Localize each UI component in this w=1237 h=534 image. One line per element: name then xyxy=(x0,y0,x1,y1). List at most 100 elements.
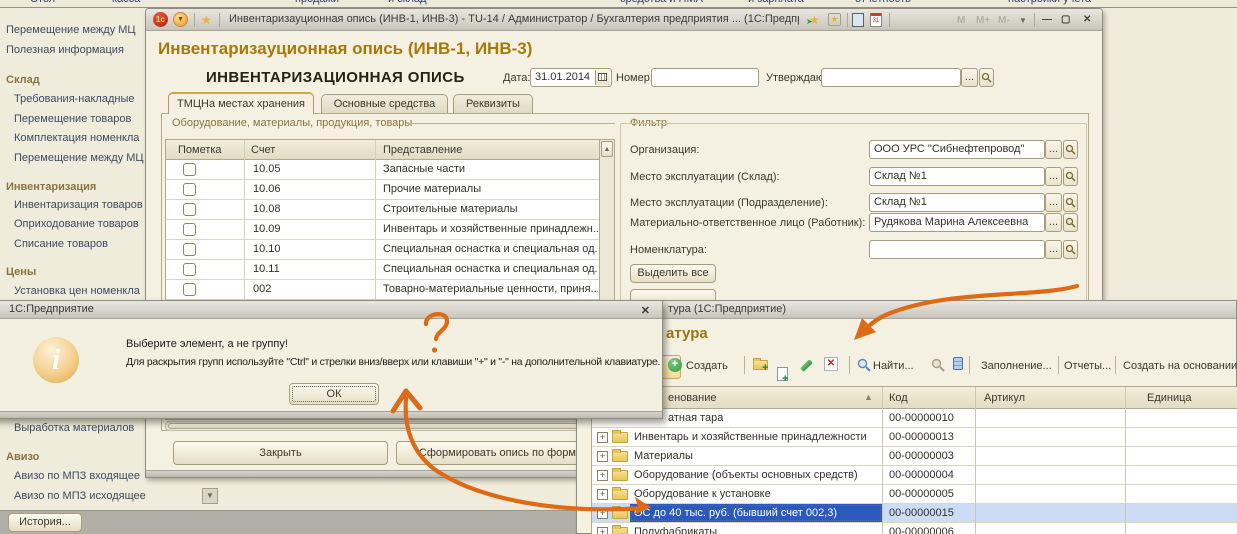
sidebar-item[interactable]: Установка цен номенкла xyxy=(14,285,140,297)
sidebar-item[interactable]: Авизо по МПЗ исходящее xyxy=(14,490,146,502)
list-view-icon[interactable] xyxy=(953,357,963,370)
expand-icon[interactable]: + xyxy=(597,527,608,534)
table-row[interactable]: 10.06Прочие материалы xyxy=(166,180,600,200)
ok-button[interactable]: ОК xyxy=(289,383,379,405)
sidebar-item[interactable]: Выработка материалов xyxy=(14,422,134,434)
row-checkbox[interactable] xyxy=(183,183,196,196)
expand-icon[interactable]: + xyxy=(597,508,608,519)
expand-icon[interactable]: + xyxy=(597,432,608,443)
filter-field[interactable]: Склад №1 xyxy=(869,167,1045,186)
approve-field[interactable] xyxy=(821,68,961,87)
filter-search-icon[interactable] xyxy=(1063,240,1078,259)
approve-search-icon[interactable] xyxy=(979,68,994,87)
calculator-icon[interactable] xyxy=(852,13,864,27)
tab-fixed-assets[interactable]: Основные средства xyxy=(321,94,448,114)
delete-icon[interactable]: ✕ xyxy=(824,357,838,371)
create-icon[interactable]: + xyxy=(668,358,682,372)
tab-tmc-storage[interactable]: ТМЦНа местах хранения xyxy=(168,92,314,114)
find-icon[interactable] xyxy=(857,358,871,375)
catalog-row[interactable]: +Материалы00-00000003 xyxy=(592,447,1237,466)
table-row[interactable]: 10.09Инвентарь и хозяйственные принадлеж… xyxy=(166,220,600,240)
row-checkbox[interactable] xyxy=(183,263,196,276)
filter-choose-button[interactable]: ... xyxy=(1045,240,1062,259)
table-row[interactable]: 10.11Специальная оснастка и специальная … xyxy=(166,260,600,280)
row-checkbox[interactable] xyxy=(183,203,196,216)
top-menu-item[interactable]: и склад xyxy=(388,0,427,5)
sidebar-item[interactable]: Авизо по МПЗ входящее xyxy=(14,470,140,482)
add-favorite-icon[interactable]: ★➤ xyxy=(809,13,820,27)
top-menu-item[interactable]: настройки учета xyxy=(1008,0,1091,5)
expand-icon[interactable]: + xyxy=(597,451,608,462)
column-header-unit[interactable]: Единица xyxy=(1147,392,1192,404)
scroll-up-icon[interactable]: ▲ xyxy=(601,141,613,157)
filter-field[interactable]: Рудякова Марина Алексеевна xyxy=(869,213,1045,232)
date-field[interactable]: 31.01.2014 xyxy=(530,68,612,87)
filter-search-icon[interactable] xyxy=(1063,213,1078,232)
memory-m-button[interactable]: M xyxy=(957,15,965,26)
sidebar-item[interactable]: Полезная информация xyxy=(6,44,124,56)
row-checkbox[interactable] xyxy=(183,283,196,296)
select-all-button[interactable]: Выделить все xyxy=(630,264,716,283)
top-menu-item[interactable]: отчетность xyxy=(855,0,911,5)
top-menu-item[interactable]: касса xyxy=(112,0,140,5)
table-row[interactable]: 10.10Специальная оснастка и специальная … xyxy=(166,240,600,260)
filter-search-icon[interactable] xyxy=(1063,193,1078,212)
table-row[interactable]: 10.05Запасные части xyxy=(166,160,600,180)
row-checkbox[interactable] xyxy=(183,163,196,176)
sidebar-item[interactable]: Комплектация номенкла xyxy=(14,132,139,144)
filter-choose-button[interactable]: ... xyxy=(1045,140,1062,159)
window-menu-icon[interactable]: ▼ xyxy=(173,12,188,27)
close-form-button[interactable]: Закрыть xyxy=(173,441,388,465)
selected-cell[interactable]: ОС до 40 тыс. руб. (бывший счет 002,3) xyxy=(630,504,882,522)
expand-icon[interactable]: + xyxy=(597,470,608,481)
column-header-name[interactable]: Представление xyxy=(383,144,462,156)
edit-icon[interactable] xyxy=(800,359,813,372)
sidebar-item[interactable]: Перемещение между МЦ xyxy=(6,24,136,36)
catalog-row[interactable]: атная тара00-00000010 xyxy=(592,409,1237,428)
memory-m-minus-button[interactable]: M- xyxy=(998,15,1010,26)
filter-choose-button[interactable]: ... xyxy=(1045,193,1062,212)
expand-icon[interactable]: + xyxy=(597,489,608,500)
filter-field[interactable]: Склад №1 xyxy=(869,193,1045,212)
memory-dropdown-icon[interactable]: ▼ xyxy=(1019,16,1027,25)
horizontal-scrollbar[interactable] xyxy=(165,421,601,431)
sidebar-item[interactable]: Оприходование товаров xyxy=(14,218,139,230)
dialog-close-icon[interactable]: ✕ xyxy=(641,304,650,317)
date-picker-icon[interactable] xyxy=(595,70,610,85)
column-header-article[interactable]: Артикул xyxy=(984,392,1025,404)
sidebar-item[interactable]: Требования-накладные xyxy=(14,93,135,105)
create-based-button[interactable]: Создать на основании xyxy=(1123,360,1237,372)
tab-details[interactable]: Реквизиты xyxy=(453,94,533,114)
catalog-row[interactable]: +Оборудование к установке00-00000005 xyxy=(592,485,1237,504)
row-checkbox[interactable] xyxy=(183,243,196,256)
filter-choose-button[interactable]: ... xyxy=(1045,167,1062,186)
history-button[interactable]: История... xyxy=(8,513,82,532)
filter-field[interactable] xyxy=(869,240,1045,259)
approve-choose-button[interactable]: ... xyxy=(961,68,978,87)
filter-choose-button[interactable]: ... xyxy=(1045,213,1062,232)
column-header-name[interactable]: енование xyxy=(668,392,717,404)
sidebar-item[interactable]: Инвентаризация товаров xyxy=(14,199,143,211)
find-button[interactable]: Найти... xyxy=(873,360,914,372)
minimize-button[interactable]: — xyxy=(1042,14,1052,25)
number-field[interactable] xyxy=(651,68,759,87)
sidebar-item[interactable]: Списание товаров xyxy=(14,238,108,250)
top-menu-item[interactable]: продажи xyxy=(295,0,339,5)
table-row[interactable]: 002Товарно-материальные ценности, приня.… xyxy=(166,280,600,300)
create-button[interactable]: Создать xyxy=(686,360,728,372)
combo-dropdown-button[interactable]: ▼ xyxy=(202,488,218,504)
table-row[interactable]: 10.08Строительные материалы xyxy=(166,200,600,220)
row-checkbox[interactable] xyxy=(183,223,196,236)
catalog-row[interactable]: +Оборудование (объекты основных средств)… xyxy=(592,466,1237,485)
maximize-button[interactable]: ▢ xyxy=(1061,14,1070,25)
sidebar-item[interactable]: Перемещение товаров xyxy=(14,113,131,125)
reports-button[interactable]: Отчеты... xyxy=(1064,360,1111,372)
fill-button[interactable]: Заполнение... xyxy=(981,360,1052,372)
column-header-code[interactable]: Код xyxy=(889,392,908,404)
filter-search-icon[interactable] xyxy=(1063,140,1078,159)
top-menu-item[interactable]: средства и НМА xyxy=(620,0,703,5)
memory-m-plus-button[interactable]: M+ xyxy=(976,15,990,26)
top-menu-item[interactable]: Стол xyxy=(30,0,55,5)
favorites-star-icon[interactable]: ★ xyxy=(201,13,212,27)
sidebar-item[interactable]: Перемещение между МЦ xyxy=(14,152,144,164)
